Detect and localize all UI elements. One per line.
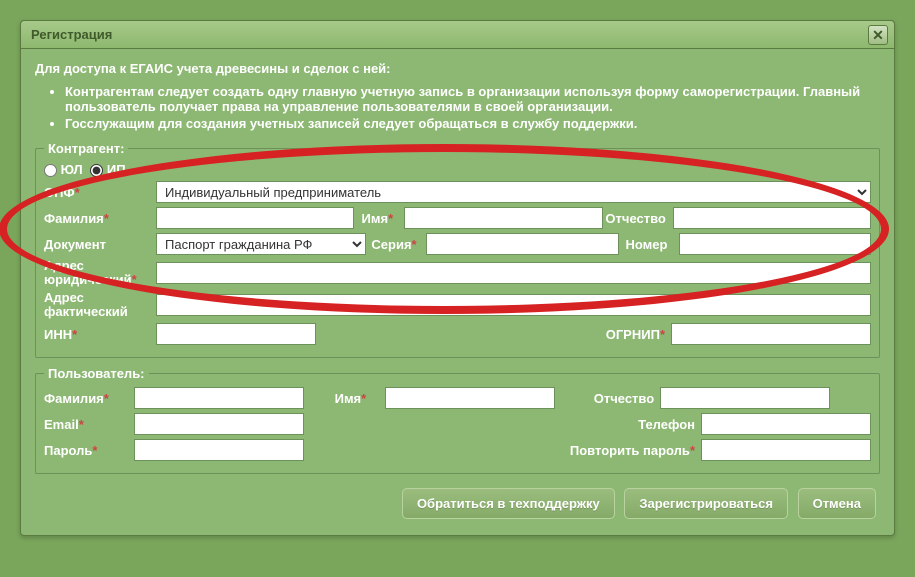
c-surname-label: Фамилия*: [44, 211, 156, 226]
intro-bullet-1: Контрагентам следует создать одну главну…: [65, 84, 880, 114]
document-label: Документ: [44, 237, 156, 252]
series-input[interactable]: [426, 233, 619, 255]
u-name-input[interactable]: [385, 387, 555, 409]
intro-bullet-2: Госслужащим для создания учетных записей…: [65, 116, 880, 131]
series-label: Серия*: [366, 237, 426, 252]
radio-yl-label[interactable]: ЮЛ: [61, 162, 83, 177]
opf-label: ОПФ*: [44, 185, 156, 200]
close-icon[interactable]: ✕: [868, 25, 888, 45]
ogrnip-input[interactable]: [671, 323, 871, 345]
support-button[interactable]: Обратиться в техподдержку: [402, 488, 615, 519]
addr-legal-input[interactable]: [156, 262, 871, 284]
c-patronymic-input[interactable]: [673, 207, 871, 229]
opf-select[interactable]: Индивидуальный предприниматель: [156, 181, 871, 203]
email-label: Email*: [44, 417, 134, 432]
user-legend: Пользователь:: [44, 366, 149, 381]
dialog-body: Для доступа к ЕГАИС учета древесины и сд…: [21, 49, 894, 535]
phone-label: Телефон: [638, 417, 701, 432]
u-patronymic-input[interactable]: [660, 387, 830, 409]
contragent-legend: Контрагент:: [44, 141, 128, 156]
password2-label: Повторить пароль*: [570, 443, 701, 458]
c-surname-input[interactable]: [156, 207, 354, 229]
password-input[interactable]: [134, 439, 304, 461]
button-row: Обратиться в техподдержку Зарегистрирова…: [35, 482, 880, 523]
addr-fact-label: Адрес фактический: [44, 291, 156, 319]
c-patronymic-label: Отчество: [603, 211, 673, 226]
registration-dialog: Регистрация ✕ Для доступа к ЕГАИС учета …: [20, 20, 895, 536]
addr-legal-label: Адрес юридический*: [44, 259, 156, 287]
radio-yl[interactable]: [44, 164, 57, 177]
contragent-fieldset: Контрагент: ЮЛ ИП ОПФ* Индивидуальный пр…: [35, 141, 880, 358]
u-surname-label: Фамилия*: [44, 391, 134, 406]
c-name-input[interactable]: [404, 207, 602, 229]
entity-type-row: ЮЛ ИП: [44, 162, 871, 177]
user-fieldset: Пользователь: Фамилия* Имя* Отчество Ema…: [35, 366, 880, 474]
phone-input[interactable]: [701, 413, 871, 435]
inn-input[interactable]: [156, 323, 316, 345]
addr-fact-input[interactable]: [156, 294, 871, 316]
password2-input[interactable]: [701, 439, 871, 461]
document-select[interactable]: Паспорт гражданина РФ: [156, 233, 366, 255]
u-patronymic-label: Отчество: [585, 391, 660, 406]
dialog-title: Регистрация: [31, 27, 112, 42]
u-name-label: Имя*: [335, 391, 385, 406]
ogrnip-label: ОГРНИП*: [606, 327, 671, 342]
register-button[interactable]: Зарегистрироваться: [624, 488, 788, 519]
radio-ip[interactable]: [90, 164, 103, 177]
c-name-label: Имя*: [354, 211, 404, 226]
intro-list: Контрагентам следует создать одну главну…: [35, 84, 880, 131]
inn-label: ИНН*: [44, 327, 156, 342]
intro-text: Для доступа к ЕГАИС учета древесины и сд…: [35, 61, 880, 76]
dialog-header: Регистрация ✕: [21, 21, 894, 49]
u-surname-input[interactable]: [134, 387, 304, 409]
cancel-button[interactable]: Отмена: [798, 488, 876, 519]
radio-ip-label[interactable]: ИП: [107, 162, 126, 177]
number-label: Номер: [619, 237, 679, 252]
password-label: Пароль*: [44, 443, 134, 458]
number-input[interactable]: [679, 233, 872, 255]
email-input[interactable]: [134, 413, 304, 435]
